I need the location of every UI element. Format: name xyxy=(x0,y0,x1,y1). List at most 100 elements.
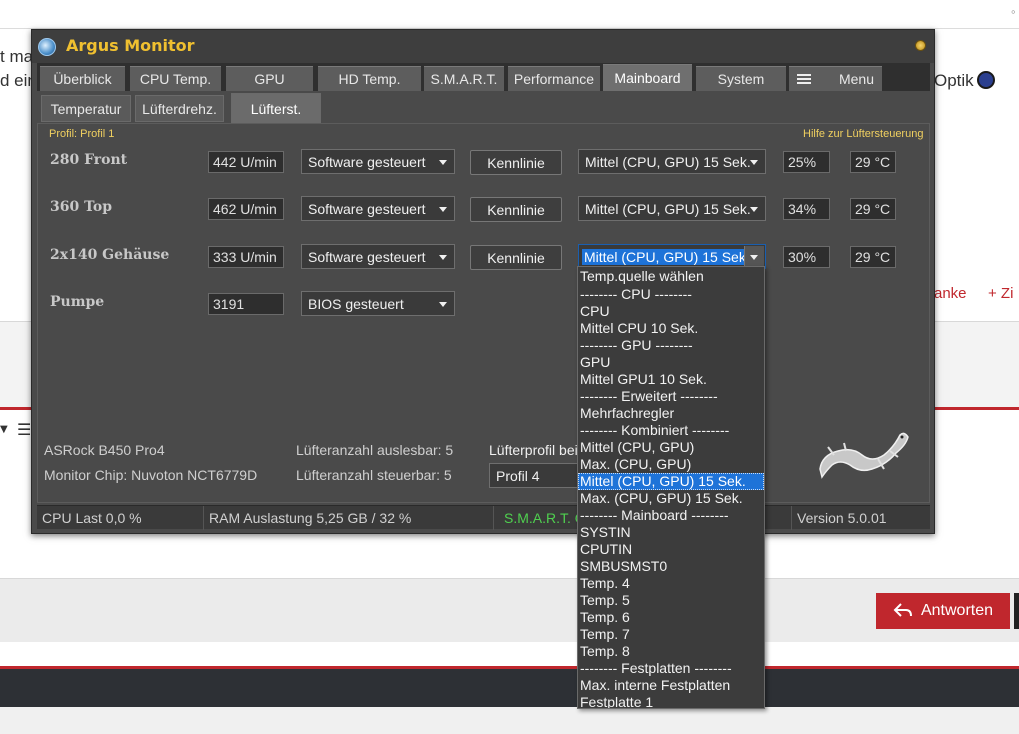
tab-smart[interactable]: S.M.A.R.T. xyxy=(424,66,504,91)
page-gap xyxy=(0,642,1019,666)
monitor-chip: Monitor Chip: Nuvoton NCT6779D xyxy=(44,467,258,483)
version-status: Version 5.0.01 xyxy=(791,506,930,530)
corner-dot-icon: ◦ xyxy=(1011,4,1016,19)
statusbar: CPU Last 0,0 % RAM Auslastung 5,25 GB / … xyxy=(37,505,930,530)
fans-controllable: Lüfteranzahl steuerbar: 5 xyxy=(296,467,452,483)
reply-dropdown-button[interactable] xyxy=(1014,593,1019,629)
fan-temp-field: 29 °C xyxy=(850,151,896,173)
dropdown-option[interactable]: GPU xyxy=(578,354,764,371)
dropdown-separator: -------- Erweitert -------- xyxy=(580,388,718,404)
subtab-temperatur[interactable]: Temperatur xyxy=(41,95,131,122)
temp-source-select[interactable]: Mittel (CPU, GPU) 15 Sek. xyxy=(578,149,766,174)
temp-source-select[interactable]: Mittel (CPU, GPU) 15 Sek. xyxy=(578,196,766,221)
dropdown-option[interactable]: Mehrfachregler xyxy=(578,405,764,422)
board-name: ASRock B450 Pro4 xyxy=(44,442,165,458)
sub-tabbar: Temperatur Lüfterdrehz. Lüfterst. xyxy=(37,91,930,123)
fans-readable: Lüfteranzahl auslesbar: 5 xyxy=(296,442,454,458)
dropdown-option[interactable]: Festplatte 1 xyxy=(578,694,764,708)
fan-mode-select[interactable]: BIOS gesteuert xyxy=(301,291,455,316)
dropdown-option[interactable]: Max. interne Festplatten xyxy=(578,677,764,694)
dropdown-option[interactable]: Mittel (CPU, GPU) xyxy=(578,439,764,456)
dropdown-option[interactable]: Mittel GPU1 10 Sek. xyxy=(578,371,764,388)
tab-menu[interactable]: Menu xyxy=(789,66,882,91)
dropdown-separator: -------- Festplatten -------- xyxy=(580,660,732,676)
toolbar-dropdown-icon[interactable]: ▼ xyxy=(0,424,8,435)
dropdown-option[interactable]: Temp. 8 xyxy=(578,643,764,660)
dropdown-separator: -------- GPU -------- xyxy=(580,337,693,353)
page-footer xyxy=(0,669,1019,707)
curve-button[interactable]: Kennlinie xyxy=(470,197,562,222)
reply-bar xyxy=(0,578,1019,642)
tab-hd-temp[interactable]: HD Temp. xyxy=(318,66,421,91)
dropdown-option[interactable]: Temp. 5 xyxy=(578,592,764,609)
titlebar[interactable]: Argus Monitor xyxy=(32,30,934,63)
fan-control-panel: Profil: Profil 1 Hilfe zur Lüftersteueru… xyxy=(37,123,930,503)
dropdown-separator: -------- CPU -------- xyxy=(580,286,692,302)
tab-menu-label: Menu xyxy=(838,71,875,87)
dropdown-option[interactable]: Temp. 4 xyxy=(578,575,764,592)
list-icon[interactable]: ☰ xyxy=(17,420,31,439)
curve-button[interactable]: Kennlinie xyxy=(470,245,562,270)
dropdown-option[interactable]: Temp.quelle wählen xyxy=(578,267,764,286)
smart-status: S.M.A.R.T. O xyxy=(504,510,579,526)
temp-source-value: Mittel (CPU, GPU) 15 Sek. xyxy=(582,248,752,265)
dropdown-option[interactable]: SYSTIN xyxy=(578,524,764,541)
fan-rpm-field: 462 U/min xyxy=(208,198,284,220)
tab-cpu-temp[interactable]: CPU Temp. xyxy=(130,66,221,91)
reply-button-label: Antworten xyxy=(920,602,994,619)
quote-link[interactable]: + Zi xyxy=(988,285,1013,302)
fan-profile-select[interactable]: Profil 4 xyxy=(489,463,579,488)
chevron-down-icon xyxy=(439,207,447,212)
thanks-link[interactable]: anke xyxy=(934,285,967,302)
chevron-down-icon xyxy=(750,207,758,212)
reply-icon xyxy=(893,603,912,617)
tab-mainboard[interactable]: Mainboard xyxy=(603,64,692,91)
chevron-down-icon xyxy=(439,302,447,307)
post-text-line-1: t ma xyxy=(0,47,34,66)
argus-monitor-window: Argus Monitor Überblick CPU Temp. GPU HD… xyxy=(31,29,935,534)
fan-mode-value: Software gesteuert xyxy=(308,153,426,170)
fan-profile-label: Lüfterprofil bei xyxy=(489,442,578,458)
fan-temp-field: 29 °C xyxy=(850,246,896,268)
fan-mode-value: Software gesteuert xyxy=(308,248,426,265)
tab-system[interactable]: System xyxy=(696,66,786,91)
chevron-down-icon xyxy=(439,255,447,260)
dropdown-option[interactable]: Mittel CPU 10 Sek. xyxy=(578,320,764,337)
dropdown-option-selected[interactable]: Mittel (CPU, GPU) 15 Sek. xyxy=(578,473,764,490)
tab-ueberblick[interactable]: Überblick xyxy=(40,66,125,91)
chevron-down-icon xyxy=(750,160,758,165)
dropdown-separator: -------- Mainboard -------- xyxy=(580,507,729,523)
temp-source-value: Mittel (CPU, GPU) 15 Sek. xyxy=(585,153,751,170)
fan-name-2x140-gehaeuse: 2x140 Gehäuse xyxy=(50,247,170,263)
subtab-luefterst[interactable]: Lüfterst. xyxy=(231,93,321,123)
dropdown-option[interactable]: CPU xyxy=(578,303,764,320)
dropdown-option[interactable]: Max. (CPU, GPU) 15 Sek. xyxy=(578,490,764,507)
close-icon[interactable] xyxy=(915,40,926,51)
dropdown-option[interactable]: SMBUSMST0 xyxy=(578,558,764,575)
temp-source-dropdown-list: Temp.quelle wählen -------- CPU --------… xyxy=(577,266,765,709)
fan-mode-value: BIOS gesteuert xyxy=(308,295,404,312)
tab-gpu[interactable]: GPU xyxy=(226,66,313,91)
gecko-logo-icon xyxy=(819,432,909,479)
reply-button[interactable]: Antworten xyxy=(876,593,1010,629)
fan-rpm-field: 3191 xyxy=(208,293,284,315)
help-link[interactable]: Hilfe zur Lüftersteuerung xyxy=(803,128,923,140)
dropdown-option[interactable]: Temp. 7 xyxy=(578,626,764,643)
fan-mode-select[interactable]: Software gesteuert xyxy=(301,244,455,269)
fan-mode-select[interactable]: Software gesteuert xyxy=(301,196,455,221)
dropdown-option[interactable]: Temp. 6 xyxy=(578,609,764,626)
fan-percent-field: 25% xyxy=(783,151,830,173)
hamburger-icon xyxy=(796,74,811,84)
fan-profile-value: Profil 4 xyxy=(496,467,540,484)
fan-temp-field: 29 °C xyxy=(850,198,896,220)
main-tabbar: Überblick CPU Temp. GPU HD Temp. S.M.A.R… xyxy=(37,63,930,91)
fan-mode-value: Software gesteuert xyxy=(308,200,426,217)
subtab-luefterdrehz[interactable]: Lüfterdrehz. xyxy=(135,95,224,122)
app-title: Argus Monitor xyxy=(66,36,195,55)
dropdown-option[interactable]: CPUTIN xyxy=(578,541,764,558)
curve-button[interactable]: Kennlinie xyxy=(470,150,562,175)
dropdown-option[interactable]: Max. (CPU, GPU) xyxy=(578,456,764,473)
temp-source-value: Mittel (CPU, GPU) 15 Sek. xyxy=(585,200,751,217)
fan-mode-select[interactable]: Software gesteuert xyxy=(301,149,455,174)
tab-performance[interactable]: Performance xyxy=(508,66,600,91)
